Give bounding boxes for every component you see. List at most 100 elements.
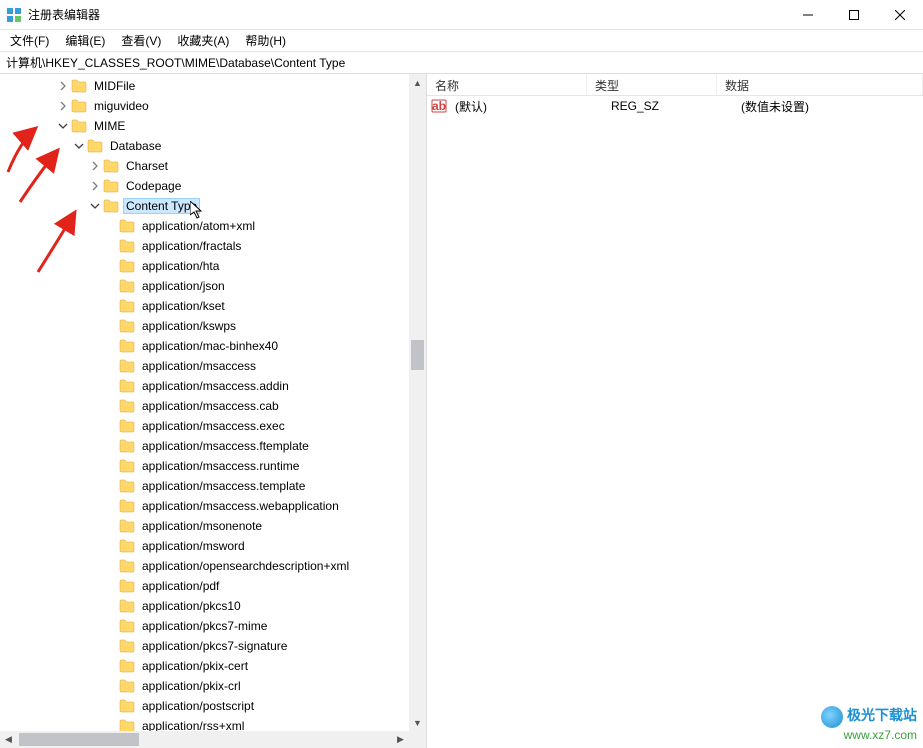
address-bar[interactable]: 计算机\HKEY_CLASSES_ROOT\MIME\Database\Cont… — [0, 52, 923, 74]
tree-node-label: Charset — [123, 158, 171, 174]
tree-node[interactable]: application/pdf — [0, 576, 426, 596]
col-header-type[interactable]: 类型 — [587, 74, 717, 95]
address-path: 计算机\HKEY_CLASSES_ROOT\MIME\Database\Cont… — [6, 54, 345, 71]
chevron-down-icon[interactable] — [72, 139, 86, 153]
chevron-right-icon[interactable] — [56, 79, 70, 93]
chevron-right-icon[interactable] — [88, 159, 102, 173]
value-row[interactable]: ab(默认)REG_SZ(数值未设置) — [427, 96, 923, 116]
watermark: 极光下载站 www.xz7.com — [821, 705, 917, 742]
tree-node[interactable]: Content Type — [0, 196, 426, 216]
chevron-down-icon[interactable] — [88, 199, 102, 213]
tree-node-label: application/msaccess.addin — [139, 378, 292, 394]
tree-node[interactable]: application/pkcs7-signature — [0, 636, 426, 656]
tree-node[interactable]: application/msaccess.addin — [0, 376, 426, 396]
tree-node-label: application/msword — [139, 538, 248, 554]
col-header-data[interactable]: 数据 — [717, 74, 923, 95]
tree-node-label: application/msaccess.webapplication — [139, 498, 342, 514]
menu-help[interactable]: 帮助(H) — [237, 30, 294, 51]
chevron-down-icon[interactable] — [56, 119, 70, 133]
tree-node-label: application/pkcs10 — [139, 598, 244, 614]
tree-node-label: MIDFile — [91, 78, 138, 94]
chevron-right-icon[interactable] — [56, 99, 70, 113]
menubar: 文件(F) 编辑(E) 查看(V) 收藏夹(A) 帮助(H) — [0, 30, 923, 52]
tree-node[interactable]: application/atom+xml — [0, 216, 426, 236]
menu-view[interactable]: 查看(V) — [113, 30, 169, 51]
tree-node[interactable]: application/msword — [0, 536, 426, 556]
tree-node[interactable]: Database — [0, 136, 426, 156]
tree-node-label: application/pkcs7-signature — [139, 638, 290, 654]
tree-node-label: application/msonenote — [139, 518, 265, 534]
tree-node[interactable]: application/mac-binhex40 — [0, 336, 426, 356]
tree-node[interactable]: application/opensearchdescription+xml — [0, 556, 426, 576]
tree-node[interactable]: application/pkix-cert — [0, 656, 426, 676]
values-list[interactable]: ab(默认)REG_SZ(数值未设置) — [427, 96, 923, 748]
tree-node-label: application/postscript — [139, 698, 257, 714]
tree-node[interactable]: Charset — [0, 156, 426, 176]
menu-edit[interactable]: 编辑(E) — [57, 30, 113, 51]
value-name: (默认) — [453, 98, 609, 115]
close-button[interactable] — [877, 0, 923, 30]
tree-node-label: Codepage — [123, 178, 184, 194]
tree-scrollbar-horizontal[interactable]: ◀ ▶ — [0, 731, 426, 748]
tree-node[interactable]: application/kset — [0, 296, 426, 316]
tree-node[interactable]: application/msonenote — [0, 516, 426, 536]
scroll-right-button[interactable]: ▶ — [392, 731, 409, 748]
menu-favorites[interactable]: 收藏夹(A) — [169, 30, 237, 51]
tree-node[interactable]: application/msaccess.exec — [0, 416, 426, 436]
scroll-corner — [409, 731, 426, 748]
tree-node-label: application/pdf — [139, 578, 222, 594]
values-pane: 名称 类型 数据 ab(默认)REG_SZ(数值未设置) — [427, 74, 923, 748]
scroll-down-button[interactable]: ▼ — [409, 714, 426, 731]
svg-text:ab: ab — [432, 99, 446, 113]
tree-node[interactable]: application/msaccess.ftemplate — [0, 436, 426, 456]
tree-node-label: application/opensearchdescription+xml — [139, 558, 352, 574]
scroll-thumb-h[interactable] — [19, 733, 139, 746]
watermark-line2: www.xz7.com — [821, 728, 917, 742]
registry-tree[interactable]: MIDFile miguvideoMIMEDatabase Charset Codep… — [0, 74, 426, 748]
chevron-right-icon[interactable] — [88, 179, 102, 193]
tree-node-label: application/msaccess.ftemplate — [139, 438, 312, 454]
tree-node[interactable]: application/msaccess.runtime — [0, 456, 426, 476]
tree-scrollbar-vertical[interactable]: ▲ ▼ — [409, 74, 426, 731]
tree-node[interactable]: application/kswps — [0, 316, 426, 336]
tree-node[interactable]: application/msaccess — [0, 356, 426, 376]
tree-node-label: application/msaccess.cab — [139, 398, 282, 414]
tree-node[interactable]: application/msaccess.cab — [0, 396, 426, 416]
minimize-button[interactable] — [785, 0, 831, 30]
window-title: 注册表编辑器 — [28, 6, 785, 23]
scroll-left-button[interactable]: ◀ — [0, 731, 17, 748]
menu-file[interactable]: 文件(F) — [2, 30, 57, 51]
tree-pane: MIDFile miguvideoMIMEDatabase Charset Codep… — [0, 74, 427, 748]
scroll-track-h[interactable] — [17, 731, 392, 748]
tree-node[interactable]: MIME — [0, 116, 426, 136]
tree-node[interactable]: application/postscript — [0, 696, 426, 716]
maximize-button[interactable] — [831, 0, 877, 30]
tree-node-label: application/fractals — [139, 238, 244, 254]
regedit-icon — [6, 7, 22, 23]
tree-node[interactable]: miguvideo — [0, 96, 426, 116]
watermark-line1: 极光下载站 — [847, 707, 917, 723]
tree-node[interactable]: application/json — [0, 276, 426, 296]
tree-node[interactable]: Codepage — [0, 176, 426, 196]
tree-node[interactable]: application/msaccess.template — [0, 476, 426, 496]
tree-node[interactable]: application/hta — [0, 256, 426, 276]
col-header-name[interactable]: 名称 — [427, 74, 587, 95]
scroll-track[interactable] — [409, 91, 426, 714]
tree-node-label: application/hta — [139, 258, 222, 274]
main-area: MIDFile miguvideoMIMEDatabase Charset Codep… — [0, 74, 923, 748]
scroll-up-button[interactable]: ▲ — [409, 74, 426, 91]
tree-node[interactable]: application/fractals — [0, 236, 426, 256]
tree-node-label: application/pkix-cert — [139, 658, 251, 674]
tree-node[interactable]: application/pkix-crl — [0, 676, 426, 696]
tree-node-label: application/atom+xml — [139, 218, 258, 234]
tree-node-label: application/msaccess.template — [139, 478, 308, 494]
tree-node[interactable]: application/pkcs10 — [0, 596, 426, 616]
tree-node[interactable]: application/msaccess.webapplication — [0, 496, 426, 516]
value-data: (数值未设置) — [739, 98, 923, 115]
tree-node[interactable]: application/pkcs7-mime — [0, 616, 426, 636]
scroll-thumb[interactable] — [411, 340, 424, 370]
tree-node-label: application/msaccess.runtime — [139, 458, 302, 474]
tree-node[interactable]: MIDFile — [0, 76, 426, 96]
tree-node-label: application/json — [139, 278, 228, 294]
tree-node-label: application/pkcs7-mime — [139, 618, 270, 634]
